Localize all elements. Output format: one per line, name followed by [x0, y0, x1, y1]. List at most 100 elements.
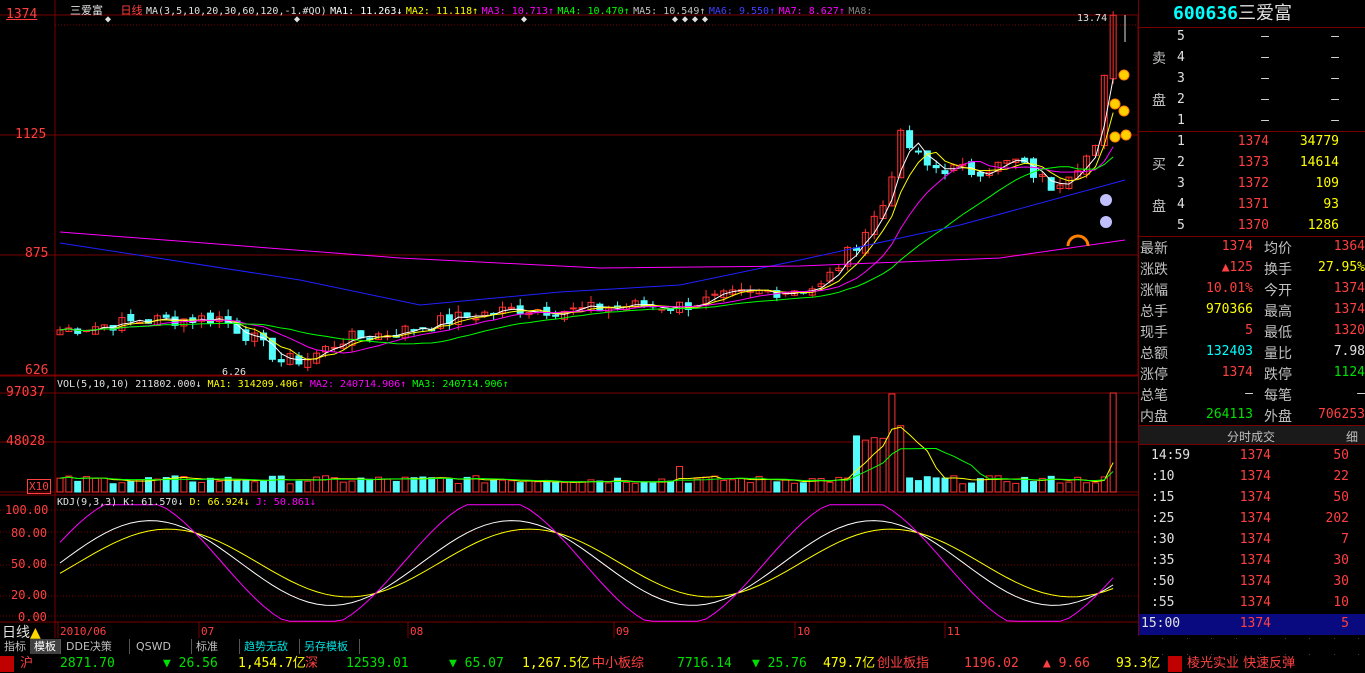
cy-label[interactable]: 创业板指	[877, 655, 929, 673]
zx-label[interactable]: 中小板综	[592, 655, 644, 673]
sell-row: 1 – –	[1139, 111, 1365, 132]
ma7-line	[59, 231, 1126, 269]
sz-index: 12539.01	[346, 656, 409, 671]
volume-bar	[109, 483, 117, 493]
volume-bar	[693, 478, 701, 493]
buy-level: 3	[1177, 176, 1185, 191]
volume-bar	[534, 481, 542, 493]
sh-label[interactable]: 沪	[20, 655, 33, 673]
stock-code: 600636	[1173, 3, 1239, 24]
ma-params: MA(3,5,10,20,30,60,120,-1.#QO)	[146, 6, 327, 17]
volume-bar	[1091, 482, 1099, 493]
ma2-value: MA2: 11.118↑	[405, 6, 479, 17]
tick-row: :15 1374 50	[1139, 488, 1365, 509]
volume-bar	[83, 476, 91, 493]
volume-bar	[383, 478, 391, 493]
stat-value: 5	[1245, 323, 1253, 338]
volume-bar	[1012, 482, 1020, 493]
vol-ma3-line	[59, 447, 1114, 483]
buy-price: 1374	[1237, 134, 1269, 149]
stat-value: 1374	[1221, 239, 1253, 254]
stat-label: 涨跌	[1140, 262, 1168, 278]
news-ticker[interactable]: 棱光实业 快速反弹	[1187, 655, 1295, 673]
sh-change: ▼ 26.56	[163, 656, 218, 671]
kdj-axis-80: 80.00	[11, 526, 48, 540]
volume-bar	[428, 477, 436, 493]
tab-trend[interactable]: 趋势无敌	[240, 639, 300, 654]
indicator-header: 三爱富 日线 MA(3,5,10,20,30,60,120,-1.#QO) MA…	[2, 2, 872, 18]
volume-bar	[578, 481, 586, 493]
vol-axis-mid: 48028	[6, 434, 46, 449]
sz-change: ▼ 65.07	[449, 656, 504, 671]
moon-icon	[1100, 194, 1112, 206]
buy-row: 1 1374 34779	[1139, 132, 1365, 153]
vol-ma1-line	[59, 426, 1114, 483]
kdj-j-line	[59, 504, 1114, 622]
sell-volume: –	[1331, 50, 1339, 65]
volume-bar	[1056, 482, 1064, 493]
kdj-d-line	[59, 528, 1114, 598]
ma2-line	[59, 112, 1114, 361]
tick-time: :55	[1151, 595, 1175, 610]
stat-value: 706253	[1318, 407, 1365, 422]
sell-volume: –	[1331, 29, 1339, 44]
volume-bar	[118, 482, 126, 493]
volume-bar	[1065, 481, 1073, 493]
volume-bar	[127, 480, 135, 493]
volume-bar	[91, 477, 99, 493]
kdj-k: K: 61.570↓	[123, 497, 184, 508]
volume-bar	[764, 479, 772, 493]
ma6-line	[59, 179, 1126, 306]
ticks-detail-button[interactable]: 细	[1346, 428, 1358, 445]
tab-qswd[interactable]: QSWD	[132, 639, 192, 654]
sell-price: –	[1261, 113, 1269, 128]
buy-price: 1371	[1237, 197, 1269, 212]
price-panel-frame	[54, 14, 1138, 376]
ma7-value: MA7: 8.627↑	[778, 6, 845, 17]
tab-indicator[interactable]: 指标	[0, 639, 31, 654]
tick-volume: 22	[1333, 469, 1349, 484]
volume-bar	[773, 481, 781, 493]
volume-bar	[853, 435, 860, 493]
stat-label: 涨幅	[1140, 283, 1168, 299]
candle-body	[932, 165, 940, 169]
sz-label[interactable]: 深	[305, 655, 318, 673]
sell-row: 2 – –	[1139, 90, 1365, 111]
tick-volume: 30	[1333, 574, 1349, 589]
stat-label: 内盘	[1140, 409, 1168, 425]
volume-bar	[569, 481, 577, 493]
buy-price: 1370	[1237, 218, 1269, 233]
tick-time: :30	[1151, 532, 1175, 547]
volume-bar	[153, 478, 161, 493]
buy-volume: 34779	[1299, 134, 1339, 149]
volume-bar	[322, 475, 329, 493]
star-icon	[1109, 98, 1121, 110]
sell-level: 2	[1177, 92, 1185, 107]
kline-chart[interactable]: ◆ ◆ ◆ ◆ ◆ ◆ ◆	[0, 0, 1138, 638]
tab-standard[interactable]: 标准	[192, 639, 240, 654]
volume-bar	[295, 480, 303, 493]
volume-bar	[507, 480, 515, 493]
kdj-d: D: 66.924↓	[189, 497, 250, 508]
tab-save-template[interactable]: 另存模板	[300, 639, 360, 654]
stat-label: 量比	[1264, 346, 1292, 362]
buy-row: 2 1373 14614	[1139, 153, 1365, 174]
tab-dde[interactable]: DDE决策	[62, 639, 130, 654]
volume-bar	[976, 478, 984, 493]
ma1-value: MA1: 11.263↓	[330, 6, 403, 17]
tick-price: 1374	[1239, 532, 1271, 547]
sell-price: –	[1261, 50, 1269, 65]
volume-bar	[366, 478, 374, 493]
vol-axis-top: 97037	[6, 385, 46, 400]
stock-name: 三爱富	[70, 4, 103, 17]
moon-icon	[1100, 216, 1112, 228]
sell-volume: –	[1331, 71, 1339, 86]
ma8-value: MA8:	[848, 6, 873, 17]
kdj-axis-100: 100.00	[5, 503, 49, 517]
stat-label: 今开	[1264, 283, 1292, 299]
stat-label: 涨停	[1140, 367, 1168, 383]
stat-label: 均价	[1264, 241, 1292, 257]
volume-bar	[1047, 475, 1055, 493]
sell-volume: –	[1331, 92, 1339, 107]
tab-template[interactable]: 模板	[30, 639, 61, 654]
